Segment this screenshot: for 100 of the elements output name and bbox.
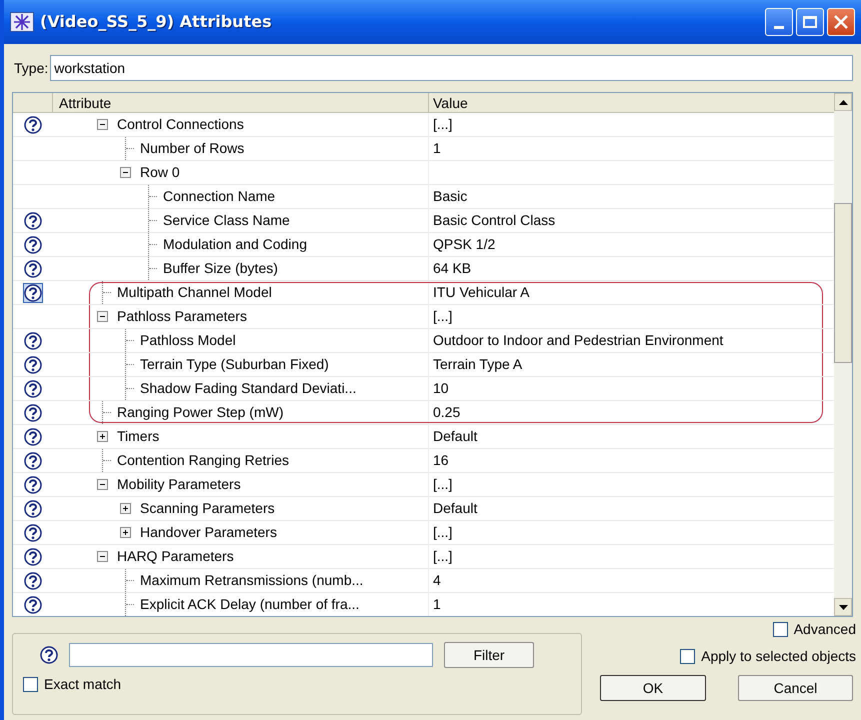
attribute-name: Maximum Retransmissions (numb...	[140, 571, 364, 590]
scroll-thumb[interactable]	[834, 203, 852, 363]
collapse-icon[interactable]	[97, 551, 108, 562]
help-icon[interactable]	[23, 594, 43, 614]
attribute-name: Shadow Fading Standard Deviati...	[140, 379, 356, 398]
attribute-value[interactable]: Terrain Type A	[433, 354, 522, 375]
attribute-value[interactable]: Default	[433, 498, 478, 519]
help-icon[interactable]	[23, 330, 43, 350]
table-row[interactable]: Pathloss Model Outdoor to Indoor and Pedestrian Environment	[13, 329, 834, 353]
column-header[interactable]: Attribute	[53, 93, 429, 112]
table-row[interactable]: Pathloss Parameters [...]	[13, 305, 834, 329]
help-icon[interactable]	[23, 546, 43, 566]
attribute-name: Ranging Power Step (mW)	[117, 403, 284, 422]
help-icon[interactable]	[23, 402, 43, 422]
maximize-icon	[803, 16, 817, 28]
table-row[interactable]: Explicit ACK Delay (number of fra... 1	[13, 593, 834, 616]
checkbox[interactable]	[23, 677, 38, 692]
help-icon[interactable]	[23, 378, 43, 398]
attribute-name: Number of Rows	[140, 139, 244, 158]
collapse-icon[interactable]	[120, 167, 131, 178]
filter-field[interactable]	[69, 643, 433, 667]
table-row[interactable]: Timers Default	[13, 425, 834, 449]
help-icon[interactable]	[23, 474, 43, 494]
collapse-icon[interactable]	[97, 479, 108, 490]
expand-icon[interactable]	[120, 503, 131, 514]
attribute-value[interactable]: 64 KB	[433, 258, 472, 279]
attribute-name: Connection Name	[163, 187, 276, 206]
help-icon[interactable]	[23, 522, 43, 542]
close-icon	[834, 15, 848, 29]
attribute-value[interactable]: ITU Vehicular A	[433, 282, 530, 303]
column-header[interactable]: Value	[429, 93, 834, 112]
attribute-name: Buffer Size (bytes)	[163, 259, 278, 278]
table-row[interactable]: Control Connections [...]	[13, 113, 834, 137]
star-icon	[10, 12, 34, 32]
attribute-name: Pathloss Model	[140, 331, 236, 350]
checkbox-label[interactable]: Apply to selected objects	[701, 646, 856, 667]
attribute-value[interactable]: [...]	[433, 522, 452, 543]
help-icon[interactable]	[23, 282, 43, 302]
scroll-up-button[interactable]	[834, 93, 852, 111]
close-button[interactable]	[827, 8, 855, 36]
table-row[interactable]: Number of Rows 1	[13, 137, 834, 161]
collapse-icon[interactable]	[97, 311, 108, 322]
up-arrow-icon	[838, 100, 848, 104]
attribute-value[interactable]: [...]	[433, 546, 452, 567]
expand-icon[interactable]	[97, 431, 108, 442]
table-row[interactable]: Shadow Fading Standard Deviati... 10	[13, 377, 834, 401]
maximize-button[interactable]	[796, 8, 824, 36]
cancel-button[interactable]: Cancel	[738, 675, 853, 701]
table-row[interactable]: Buffer Size (bytes) 64 KB	[13, 257, 834, 281]
attribute-value[interactable]: Basic Control Class	[433, 210, 556, 231]
help-icon[interactable]	[23, 114, 43, 134]
table-row[interactable]: Modulation and Coding QPSK 1/2	[13, 233, 834, 257]
table-row[interactable]: Maximum Retransmissions (numb... 4	[13, 569, 834, 593]
table-row[interactable]: Scanning Parameters Default	[13, 497, 834, 521]
scrollbar[interactable]	[834, 93, 852, 616]
attribute-value[interactable]: Default	[433, 426, 478, 447]
help-icon[interactable]	[23, 234, 43, 254]
checkbox-label[interactable]: Exact match	[44, 674, 122, 695]
table-row[interactable]: HARQ Parameters [...]	[13, 545, 834, 569]
attribute-value[interactable]: [...]	[433, 306, 452, 327]
attribute-value[interactable]: [...]	[433, 114, 452, 135]
checkbox-label[interactable]: Advanced	[794, 619, 856, 640]
attribute-value[interactable]: 16	[433, 450, 449, 471]
help-icon[interactable]	[23, 258, 43, 278]
help-icon[interactable]	[23, 570, 43, 590]
attribute-name: Mobility Parameters	[117, 475, 241, 494]
attribute-value[interactable]: [...]	[433, 474, 452, 495]
table-row[interactable]: Contention Ranging Retries 16	[13, 449, 834, 473]
expand-icon[interactable]	[120, 527, 131, 538]
type-field: workstation	[50, 55, 853, 81]
attribute-value[interactable]: 1	[433, 138, 441, 159]
table-row[interactable]: Terrain Type (Suburban Fixed) Terrain Type A	[13, 353, 834, 377]
help-icon[interactable]	[23, 426, 43, 446]
minimize-button[interactable]	[765, 8, 793, 36]
ok-button[interactable]: OK	[600, 675, 706, 701]
table-row[interactable]: Service Class Name Basic Control Class	[13, 209, 834, 233]
attribute-value[interactable]: QPSK 1/2	[433, 234, 496, 255]
help-icon[interactable]	[23, 498, 43, 518]
scroll-down-button[interactable]	[834, 598, 852, 616]
table-row[interactable]: Mobility Parameters [...]	[13, 473, 834, 497]
table-row[interactable]: Handover Parameters [...]	[13, 521, 834, 545]
attribute-name: Timers	[117, 427, 160, 446]
checkbox[interactable]	[680, 649, 696, 664]
attribute-value[interactable]: Basic	[433, 186, 468, 207]
attribute-name: Explicit ACK Delay (number of fra...	[140, 595, 360, 614]
checkbox[interactable]	[772, 622, 788, 637]
help-icon[interactable]	[23, 450, 43, 470]
attribute-value[interactable]: 10	[433, 378, 449, 399]
help-icon[interactable]	[39, 645, 59, 665]
help-icon[interactable]	[23, 354, 43, 374]
help-icon[interactable]	[23, 210, 43, 230]
attribute-name: Terrain Type (Suburban Fixed)	[140, 355, 329, 374]
collapse-icon[interactable]	[97, 119, 108, 130]
attribute-value[interactable]: Outdoor to Indoor and Pedestrian Environment	[433, 330, 724, 351]
attribute-value[interactable]: 4	[433, 570, 441, 591]
attribute-value[interactable]: 0.25	[433, 402, 460, 423]
table-row[interactable]: Row 0	[13, 161, 834, 185]
filter-button[interactable]: Filter	[444, 642, 534, 668]
attribute-value[interactable]: 1	[433, 594, 441, 615]
table-row[interactable]: Connection Name Basic	[13, 185, 834, 209]
